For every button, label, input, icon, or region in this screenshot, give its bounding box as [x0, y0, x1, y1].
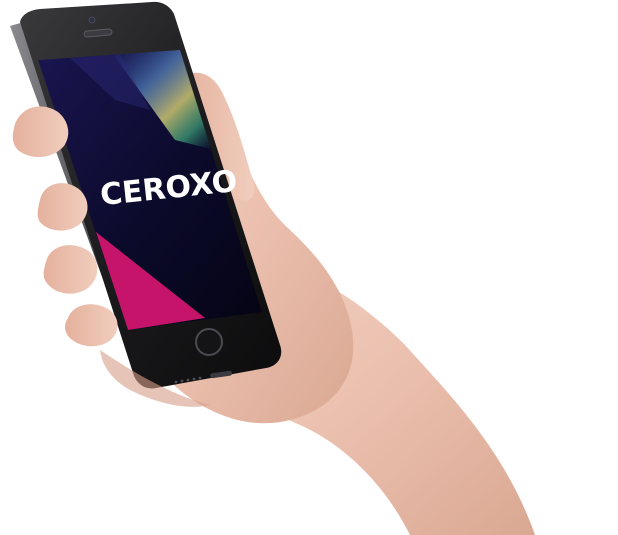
little-finger: [65, 304, 118, 347]
middle-finger: [37, 183, 88, 231]
phone-in-hand-scene: CEROXO: [10, 1, 535, 535]
ring-finger: [43, 245, 98, 294]
home-button-icon[interactable]: [195, 328, 223, 356]
front-camera-icon: [88, 16, 96, 24]
index-finger: [12, 106, 69, 158]
